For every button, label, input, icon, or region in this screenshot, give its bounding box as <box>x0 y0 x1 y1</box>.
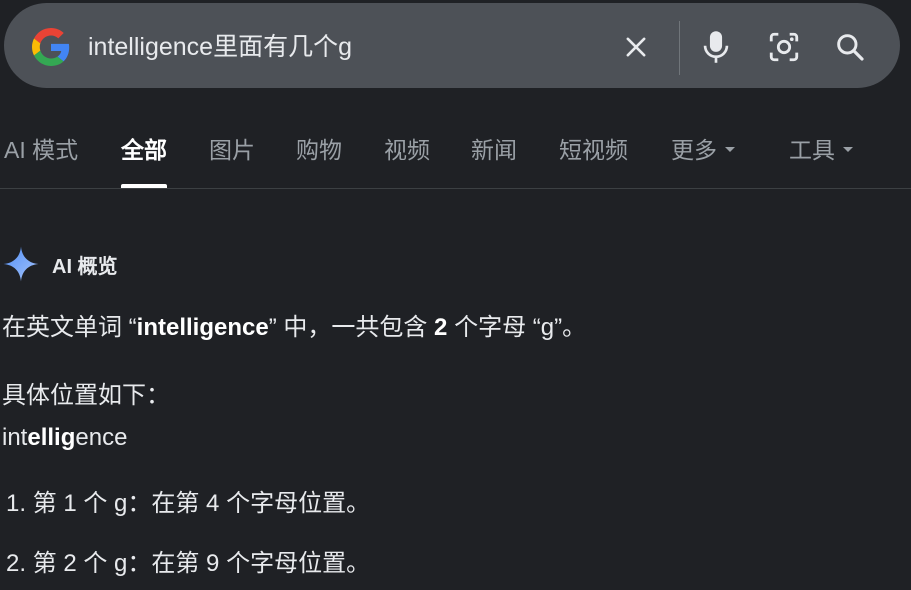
tab-videos[interactable]: 视频 <box>384 128 430 188</box>
positions-label: 具体位置如下： <box>2 382 170 409</box>
clear-icon[interactable] <box>616 27 656 67</box>
list-item: 1. 第 1 个 g：在第 4 个字母位置。 <box>6 490 371 517</box>
tab-news[interactable]: 新闻 <box>471 128 517 188</box>
tab-tools[interactable]: 工具 <box>789 128 853 188</box>
ai-overview-header: AI 概览 <box>2 244 118 284</box>
tab-ai-mode[interactable]: AI 模式 <box>4 128 78 188</box>
lens-icon[interactable] <box>764 27 804 67</box>
chevron-down-icon <box>843 147 853 153</box>
tab-short-videos[interactable]: 短视频 <box>559 128 628 188</box>
search-icon[interactable] <box>830 27 870 67</box>
search-divider <box>679 21 680 75</box>
tab-shopping[interactable]: 购物 <box>296 128 342 188</box>
tab-more[interactable]: 更多 <box>671 128 735 188</box>
chevron-down-icon <box>725 147 735 153</box>
ai-overview-title: AI 概览 <box>52 255 118 278</box>
highlighted-word: intelligence <box>2 424 128 451</box>
search-bar[interactable]: intelligence里面有几个g <box>4 3 900 88</box>
tabs-divider <box>0 188 911 189</box>
google-logo-icon <box>32 28 70 66</box>
ai-answer: 在英文单词 “intelligence” 中，一共包含 2 个字母 “g”。 <box>2 314 587 341</box>
tab-images[interactable]: 图片 <box>209 128 255 188</box>
search-tabs: AI 模式 全部 图片 购物 视频 新闻 短视频 更多 工具 <box>0 128 911 188</box>
search-input[interactable]: intelligence里面有几个g <box>88 29 352 65</box>
list-item: 2. 第 2 个 g：在第 9 个字母位置。 <box>6 550 371 577</box>
tab-all[interactable]: 全部 <box>121 128 167 188</box>
sparkle-icon <box>3 246 39 282</box>
mic-icon[interactable] <box>696 27 736 67</box>
